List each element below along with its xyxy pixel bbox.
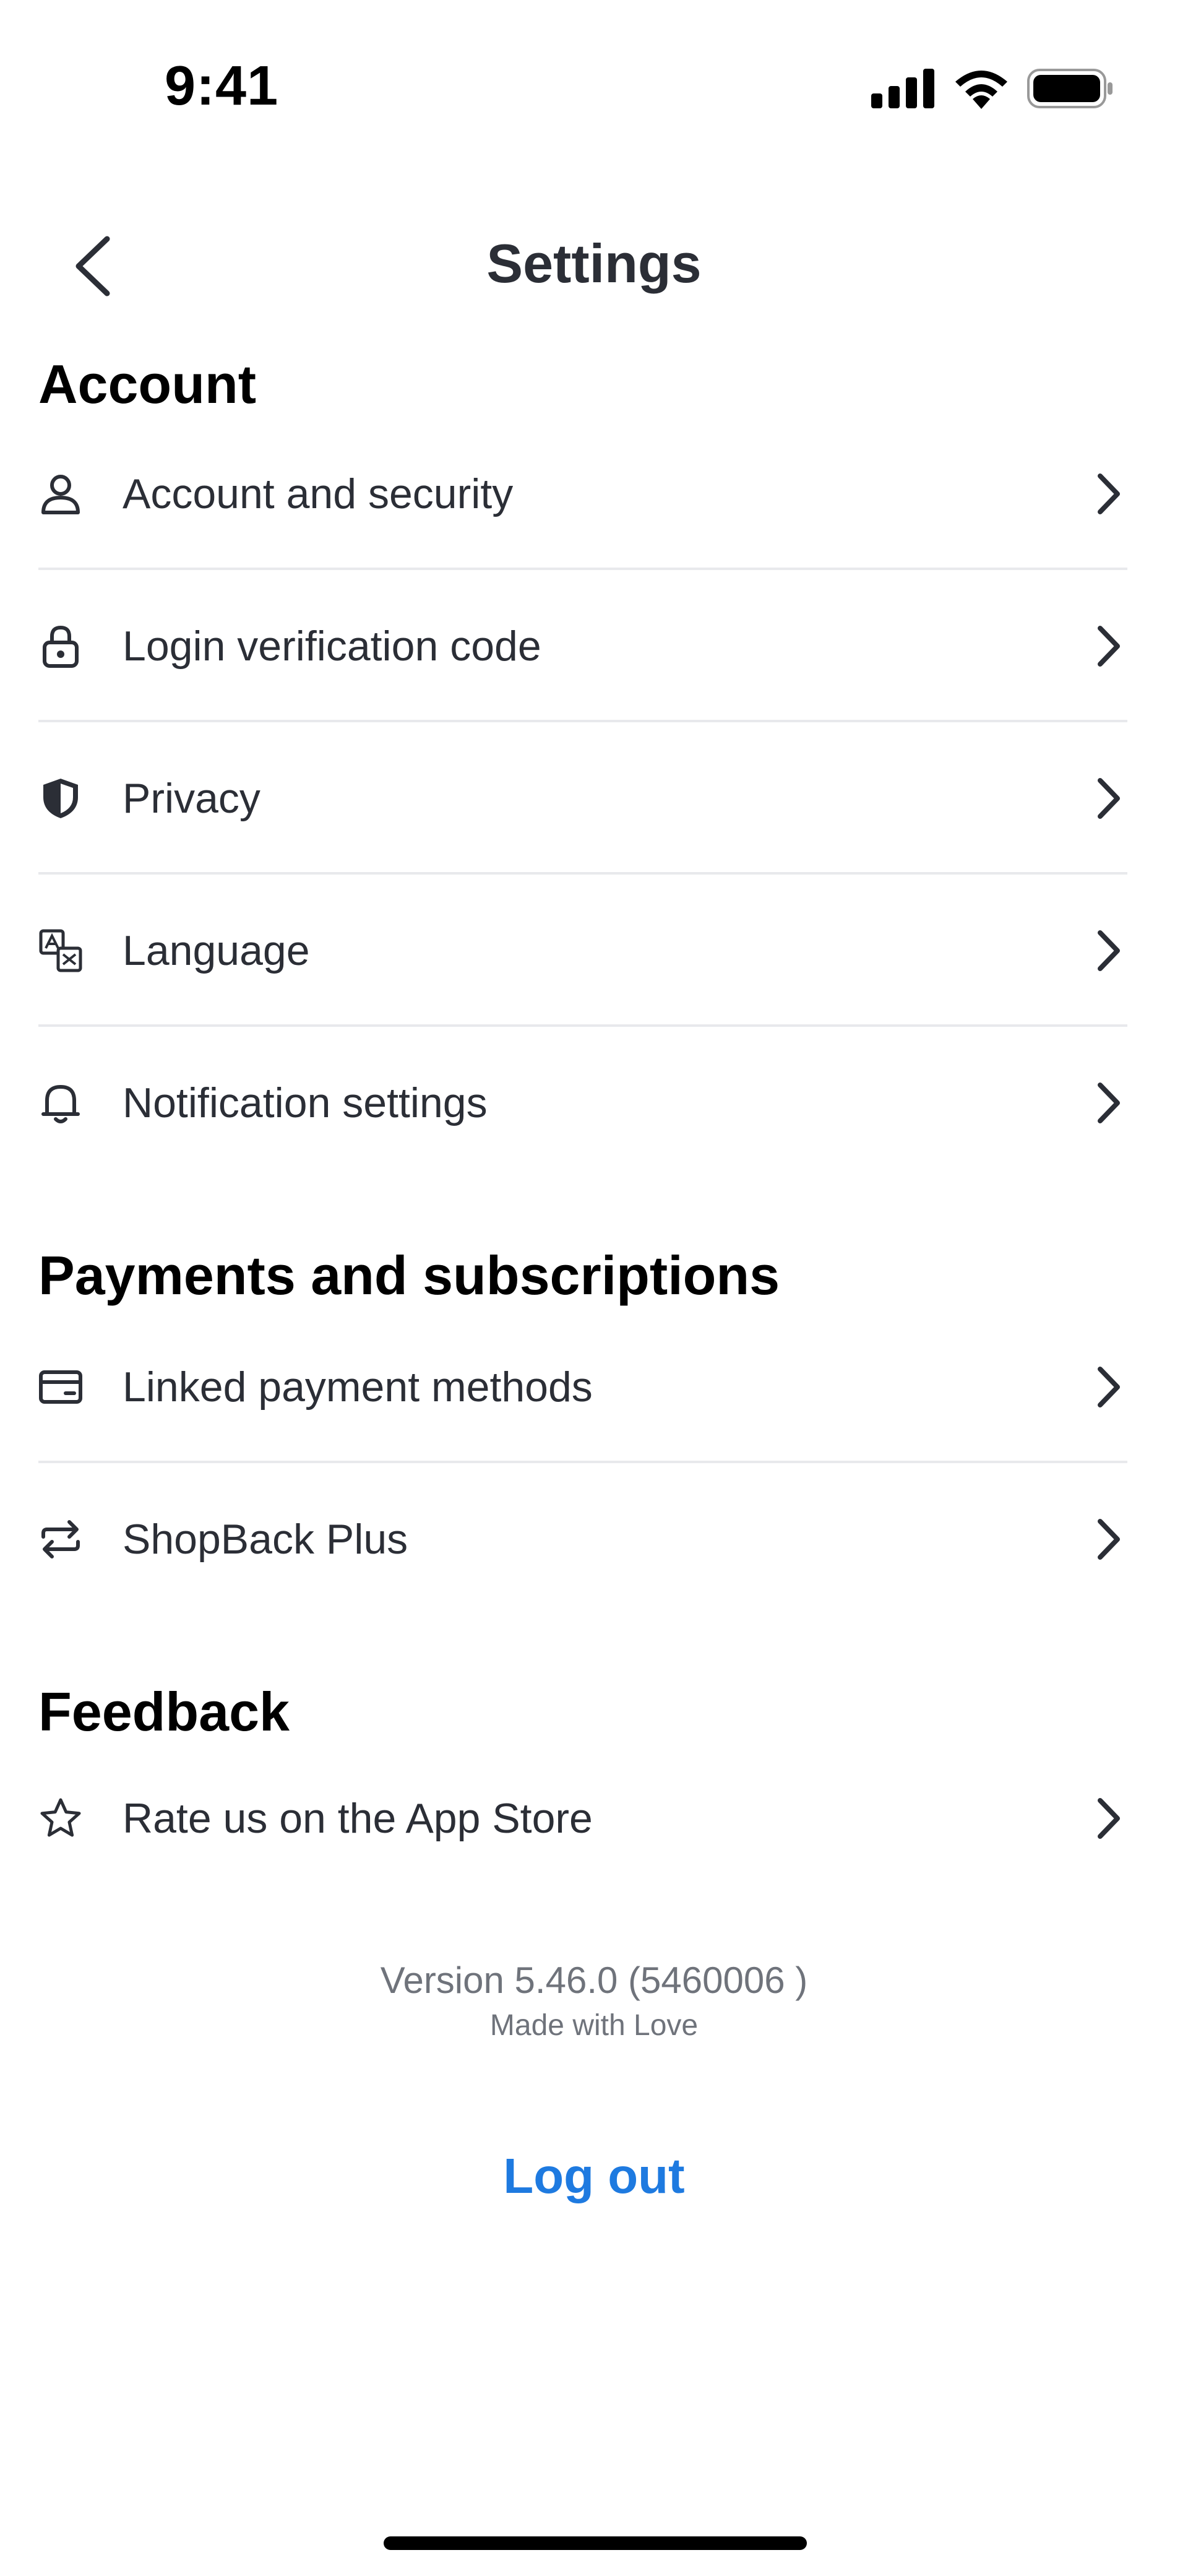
chevron-right-icon [1090, 1517, 1127, 1562]
shield-icon [38, 776, 83, 821]
notification-settings-row[interactable]: Notification settings [38, 1027, 1127, 1179]
row-label: ShopBack Plus [123, 1516, 408, 1563]
logout-button[interactable]: Log out [0, 2148, 1188, 2205]
nav-bar: Settings [0, 204, 1188, 328]
shopback-plus-row[interactable]: ShopBack Plus [38, 1463, 1127, 1615]
row-label: Language [123, 927, 310, 974]
lock-icon [38, 624, 83, 668]
version-text: Version 5.46.0 (5460006 ) [380, 1960, 808, 2001]
person-icon [38, 472, 83, 516]
row-label: Login verification code [123, 623, 541, 670]
home-indicator [384, 2536, 807, 2550]
rate-us-row[interactable]: Rate us on the App Store [38, 1742, 1127, 1895]
language-row[interactable]: Language [38, 875, 1127, 1027]
privacy-row[interactable]: Privacy [38, 722, 1127, 875]
row-label: Account and security [123, 470, 514, 517]
section-title-feedback: Feedback [38, 1681, 290, 1742]
row-label: Rate us on the App Store [123, 1795, 593, 1842]
star-icon [38, 1796, 83, 1841]
chevron-right-icon [1090, 624, 1127, 668]
repeat-icon [38, 1517, 83, 1562]
bell-icon [38, 1081, 83, 1125]
card-icon [38, 1365, 83, 1409]
wifi-icon [953, 68, 1010, 112]
made-with-text: Made with Love [489, 2009, 699, 2042]
section-title-account: Account [38, 353, 256, 415]
status-icons [871, 68, 1114, 112]
row-label: Linked payment methods [123, 1364, 593, 1411]
status-time: 9:41 [165, 55, 279, 117]
translate-icon [38, 928, 83, 973]
chevron-right-icon [1090, 928, 1127, 973]
row-label: Notification settings [123, 1079, 488, 1126]
linked-payment-methods-row[interactable]: Linked payment methods [38, 1311, 1127, 1463]
chevron-right-icon [1090, 1796, 1127, 1841]
cellular-signal-icon [871, 69, 936, 111]
account-and-security-row[interactable]: Account and security [38, 418, 1127, 570]
row-label: Privacy [123, 775, 260, 822]
login-verification-code-row[interactable]: Login verification code [38, 570, 1127, 722]
chevron-right-icon [1090, 472, 1127, 516]
section-title-payments: Payments and subscriptions [38, 1245, 780, 1306]
chevron-right-icon [1090, 1081, 1127, 1125]
status-bar: 9:41 [0, 0, 1188, 149]
page-title: Settings [486, 233, 702, 294]
chevron-right-icon [1090, 776, 1127, 821]
battery-icon [1027, 69, 1114, 111]
chevron-right-icon [1090, 1365, 1127, 1409]
